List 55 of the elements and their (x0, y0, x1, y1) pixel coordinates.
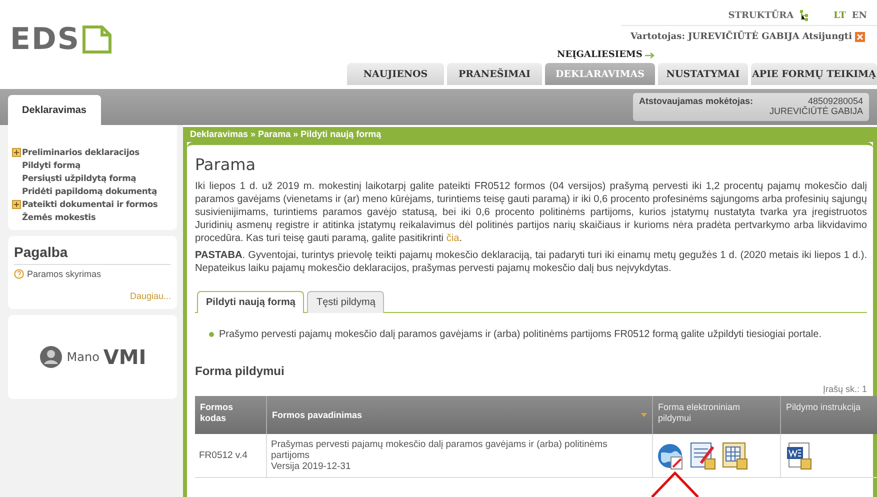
note-paragraph: PASTABA. Gyventojai, turintys prievolę teikti pajamų mokesčio deklaraciją, tai padaryti turi iki einamų metų gegužės 1 d. (2020 metais iki liepos 1 d.). Nepateikus laiku pajamų mokesčio deklaracijos, prašymas pervesti pajamų mokesčio dalį bus neįvykdytas. (195, 249, 867, 275)
breadcrumb: Deklaravimas » Parama » Pildyti naują formą (187, 127, 873, 142)
help-icon (14, 269, 24, 279)
section-title: Forma pildymui (195, 364, 286, 378)
plus-icon[interactable] (12, 200, 21, 208)
column-header: Formos kodas (195, 396, 267, 434)
bullet-icon (209, 332, 214, 337)
page-title: Parama (195, 155, 257, 174)
accessibility-link[interactable]: NEĮGALIESIEMS (557, 50, 642, 60)
intro-paragraph: Iki liepos 1 d. už 2019 m. mokestinį laikotarpį galite pateikti FR0512 formos (04 versijos) prašymą pervesti iki 1,2 procentų pajamų mokesčio dalį paramos gavėjams (vienetams ir (ar) meno kūrėjams, turintiems teisę gauti paramą) ir iki 0,6 procento profesinėms sąjungoms arba profesinių sąjungų susivienijimams, turintiems paramos gavėjo statusą, bei iki 0,6 procento politinėms partijoms, kurios įstatymų nustatyta tvarka yra įregistruotos Juridinių asmenų registre ir atitinka įstatymų reikalavimus dėl politinės partijos narių skaičiaus ir kurioms nėra pradėta pertvarkymo arba likvidavimo procedūra. Kas turi teisę gauti paramą, galite pasitikrinti čia. (195, 180, 867, 245)
promo-word: Mano (66, 350, 100, 364)
structure-link[interactable]: STRUKTŪRA (728, 10, 794, 20)
nav-tab[interactable]: NAUJIENOS (347, 63, 444, 85)
promo-word: VMI (103, 345, 146, 369)
sitemap-icon (800, 10, 808, 21)
logout-link[interactable]: Atsijungti (802, 32, 852, 42)
column-title[interactable]: Formos pavadinimas (272, 410, 362, 420)
close-icon[interactable] (855, 32, 865, 42)
arrow-icon (645, 52, 656, 58)
nav-tab[interactable]: APIE FORMŲ TEIKIMĄ (751, 63, 877, 85)
user-avatar-icon (38, 345, 63, 369)
language-link[interactable]: EN (852, 10, 867, 20)
content-tab[interactable]: Pildyti naują formą (197, 291, 304, 313)
edit-form-icon[interactable] (689, 440, 717, 470)
form-version: Versija 2019-12-31 (271, 461, 352, 472)
menu-group-label[interactable]: Pateikti dokumentai ir formos (22, 199, 158, 209)
user-label: Vartotojas: (630, 32, 686, 42)
section-tab[interactable]: Deklaravimas (8, 95, 100, 125)
menu-item[interactable]: Žemės mokestis (12, 212, 173, 222)
column-header: Pildymo instrukcija (781, 396, 877, 434)
plus-icon[interactable] (12, 148, 21, 156)
help-title: Pagalba (14, 244, 171, 265)
logo-text: EDS (10, 22, 80, 56)
menu-item[interactable]: Pildyti formą (12, 160, 173, 170)
column-header[interactable]: Formos pavadinimas (267, 396, 653, 434)
help-link-row[interactable]: Paramos skyrimas (14, 269, 171, 279)
menu-item[interactable]: Pridėti papildomą dokumentą (12, 186, 173, 196)
document-icon (82, 24, 112, 54)
payer-name: JUREVIČIŪTĖ GABIJA (769, 106, 863, 116)
menu-group-label[interactable]: Preliminarios deklaracijos (22, 147, 140, 157)
content-tab[interactable]: Tęsti pildymą (307, 291, 384, 313)
nav-tab[interactable]: PRANEŠIMAI (447, 63, 542, 85)
form-name: Prašymas pervesti pajamų mokesčio dalį paramos gavėjams ir (arba) politinėms partijoms (271, 439, 608, 461)
payer-label: Atstovaujamas mokėtojas: (639, 96, 754, 108)
record-count: Įrašų sk.: 1 (822, 384, 867, 394)
payer-code: 48509280054 (808, 96, 863, 106)
column-header: Forma elektroniniam pildymui (653, 396, 781, 434)
word-document-icon[interactable] (785, 440, 813, 470)
notice-text: Prašymo pervesti pajamų mokesčio dalį paramos gavėjams ir (arba) politinėms partijoms FR0512 formą galite užpildyti tiesiogiai portale. (219, 329, 822, 340)
table-form-icon[interactable] (721, 440, 749, 470)
menu-item[interactable]: Persiųsti užpildytą formą (12, 173, 173, 183)
table-cell: FR0512 v.4 (195, 434, 267, 478)
nav-tab[interactable]: NUSTATYMAI (658, 63, 748, 85)
help-link[interactable]: Paramos skyrimas (27, 269, 102, 279)
user-name: JUREVIČIŪTĖ GABIJA (688, 32, 800, 42)
